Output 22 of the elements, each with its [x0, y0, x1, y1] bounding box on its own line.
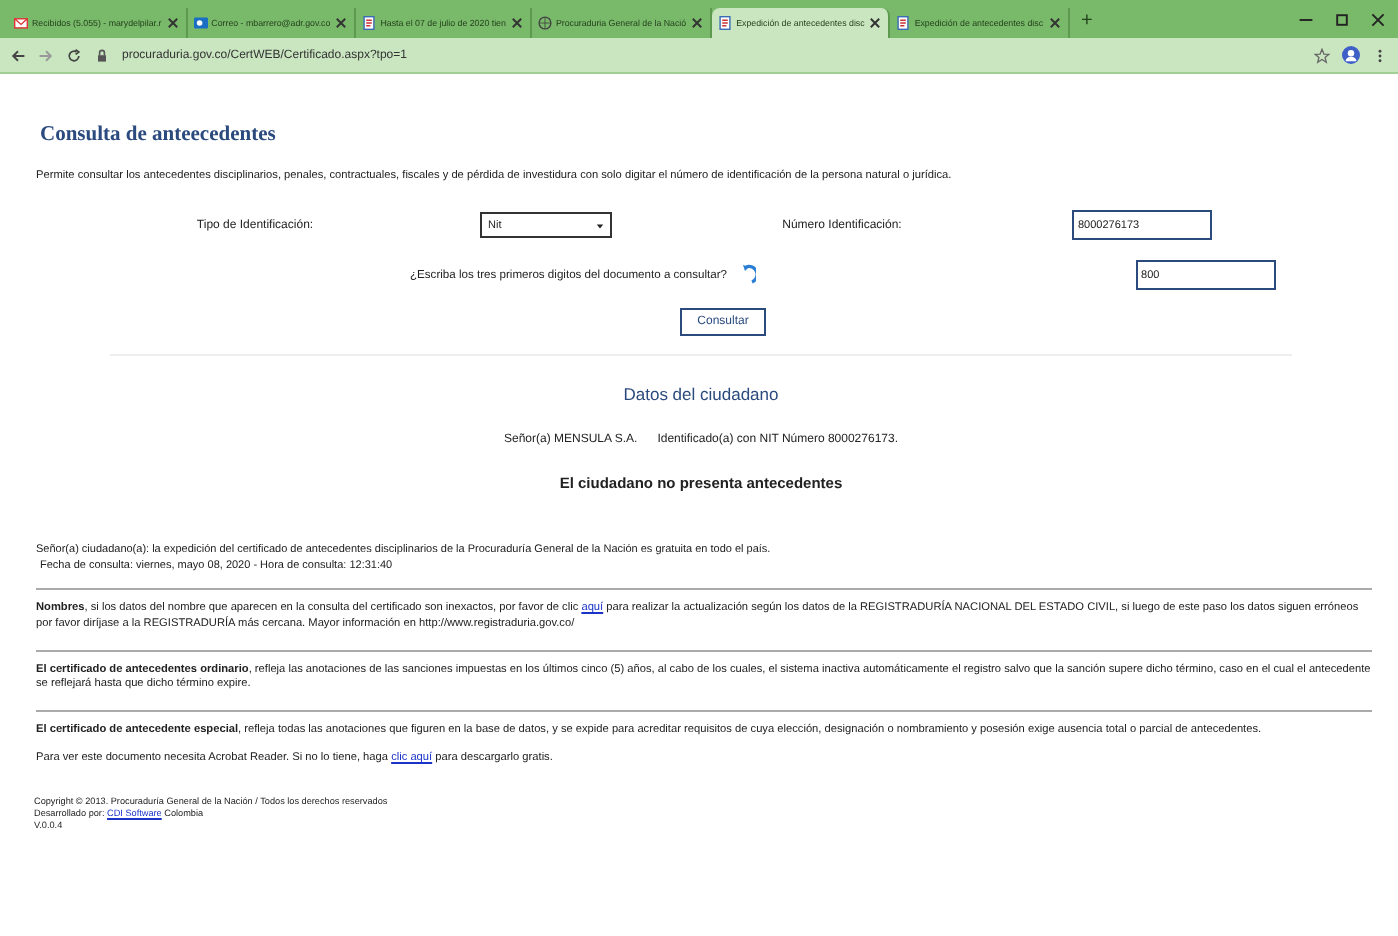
lock-icon — [94, 47, 110, 63]
maximize-icon[interactable] — [1334, 11, 1350, 27]
document-icon — [718, 16, 733, 30]
close-icon[interactable] — [690, 16, 705, 30]
back-arrow-icon[interactable] — [10, 47, 26, 63]
close-icon[interactable] — [868, 16, 883, 30]
star-icon[interactable] — [1314, 47, 1330, 63]
close-icon[interactable] — [165, 16, 180, 30]
new-tab-button[interactable]: + — [1081, 10, 1093, 34]
section-title: Datos del ciudadano — [621, 384, 781, 404]
close-icon[interactable] — [509, 16, 524, 30]
close-icon[interactable] — [1370, 11, 1386, 27]
document-icon — [896, 16, 911, 30]
avatar-icon[interactable] — [1342, 46, 1360, 64]
close-icon[interactable] — [1047, 16, 1062, 30]
document-icon — [362, 16, 377, 30]
globe-icon — [537, 16, 552, 30]
reload-icon[interactable] — [66, 47, 82, 63]
refresh-icon[interactable] — [739, 264, 756, 286]
close-icon[interactable] — [334, 16, 349, 30]
caret-icon — [596, 221, 604, 229]
page-title: Consulta de anteecedentes — [40, 124, 278, 146]
